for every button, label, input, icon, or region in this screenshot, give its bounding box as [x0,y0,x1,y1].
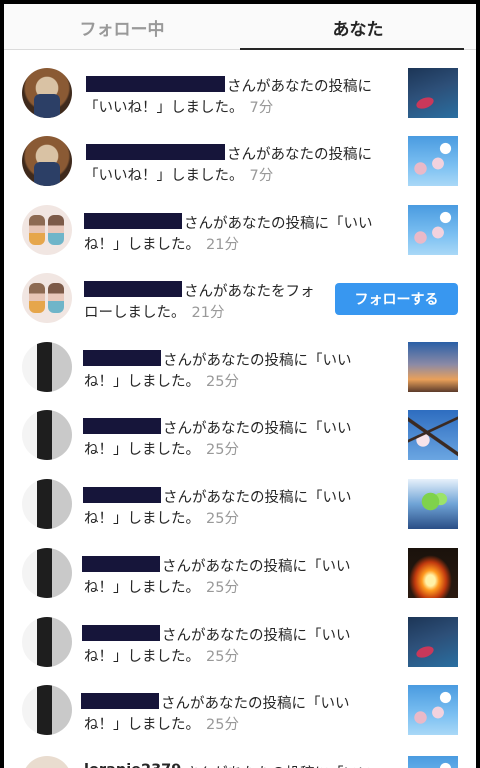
timestamp: 21分 [206,237,239,253]
notification-text-line2: ね！」しました。 [84,717,200,733]
timestamp: 7分 [249,100,274,116]
avatar[interactable] [22,273,72,323]
post-thumbnail[interactable] [408,617,458,667]
redacted-username [86,144,225,160]
post-thumbnail[interactable] [408,756,458,768]
redacted-username [83,418,161,434]
notification-text-line2: ローしました。 [84,305,186,321]
timestamp: 25分 [206,717,239,733]
notification-text-line2: ね！」しました。 [84,374,200,390]
notification-text: さんがあなたの投稿に「いい [161,696,350,712]
redacted-username [81,693,159,709]
redacted-username [83,350,161,366]
timestamp: 25分 [206,511,239,527]
notification-text-line2: ね！」しました。 [84,580,200,596]
username: loranie2379 [84,762,181,768]
notification-text-line2: 「いいね！」しました。 [84,100,244,116]
notification-row[interactable]: さんがあなたの投稿に「いいね！」しました。 25分 [4,530,476,598]
notification-row[interactable]: さんがあなたをフォローしました。 21分 フォローする [4,255,476,323]
notification-text: さんがあなたの投稿に「いい [162,628,351,644]
follow-button[interactable]: フォローする [335,283,458,315]
notification-row[interactable]: さんがあなたの投稿に「いいね！」しました。 25分 [4,461,476,529]
timestamp: 21分 [191,305,225,321]
notification-text-cont: ね！」しました。 25分 [84,438,239,459]
activity-screen: フォロー中 あなた さんがあなたの投稿に 「いいね！」しました。 7分 さんがあなたの… [4,4,476,768]
activity-tab-bar: フォロー中 あなた [4,4,476,50]
redacted-username [82,556,160,572]
notification-row[interactable]: さんがあなたの投稿に「いいね！」しました。 25分 [4,667,476,735]
notification-text: さんがあなたの投稿に「いい [184,762,373,768]
notification-text: さんがあなたの投稿に「いい [163,421,352,437]
avatar[interactable] [22,756,72,768]
redacted-username [82,625,160,641]
redacted-username [84,281,182,297]
notification-text-line2: 「いいね！」しました。 [84,168,244,184]
timestamp: 25分 [206,374,239,390]
timestamp: 25分 [206,442,239,458]
notification-text: さんがあなたの投稿に [227,147,372,163]
notification-row[interactable]: さんがあなたの投稿に「いいね！」しました。 21分 [4,187,476,255]
notification-text: さんがあなたの投稿に [227,79,372,95]
avatar[interactable] [22,617,72,667]
notification-text-cont: ね！」しました。 25分 [84,370,239,391]
notification-text: さんがあなたの投稿に「いい [184,216,373,232]
avatar[interactable] [22,548,72,598]
post-thumbnail[interactable] [408,342,458,392]
post-thumbnail[interactable] [408,479,458,529]
notification-row-partial[interactable]: loranie2379さんがあなたの投稿に「いい [4,738,476,768]
notification-text-cont: ね！」しました。 21分 [84,233,239,254]
notification-text: さんがあなたをフォ [184,284,315,300]
notification-row[interactable]: さんがあなたの投稿に「いいね！」しました。 25分 [4,599,476,667]
timestamp: 25分 [206,580,239,596]
post-thumbnail[interactable] [408,205,458,255]
notification-text-cont: ね！」しました。 25分 [84,713,239,734]
notification-text-line2: ね！」しました。 [84,442,200,458]
redacted-username [86,76,225,92]
post-thumbnail[interactable] [408,548,458,598]
notification-row[interactable]: さんがあなたの投稿に「いいね！」しました。 7分 [4,118,476,186]
avatar[interactable] [22,205,72,255]
redacted-username [84,213,182,229]
avatar[interactable] [22,410,72,460]
notification-text-cont: ローしました。 21分 [84,301,224,322]
notification-text-cont: 「いいね！」しました。 7分 [84,96,273,117]
notification-text-cont: ね！」しました。 25分 [84,507,239,528]
avatar[interactable] [22,68,72,118]
timestamp: 25分 [206,649,239,665]
notification-row[interactable]: さんがあなたの投稿に「いいね！」しました。 25分 [4,392,476,460]
notification-row[interactable]: さんがあなたの投稿に「いいね！」しました。 25分 [4,324,476,392]
avatar[interactable] [22,136,72,186]
avatar[interactable] [22,342,72,392]
redacted-username [83,487,161,503]
post-thumbnail[interactable] [408,410,458,460]
notification-text-cont: ね！」しました。 25分 [84,576,239,597]
notification-text: さんがあなたの投稿に「いい [162,559,351,575]
notification-row[interactable]: さんがあなたの投稿に「いいね！」しました。 7分 [4,50,476,118]
notification-text-cont: ね！」しました。 25分 [84,645,239,666]
avatar[interactable] [22,479,72,529]
post-thumbnail[interactable] [408,685,458,735]
notification-text-cont: 「いいね！」しました。 7分 [84,164,273,185]
notification-text: さんがあなたの投稿に「いい [163,490,352,506]
notification-text-line2: ね！」しました。 [84,649,200,665]
post-thumbnail[interactable] [408,68,458,118]
timestamp: 7分 [249,168,274,184]
tab-you[interactable]: あなた [240,4,476,50]
notification-text-line2: ね！」しました。 [84,237,200,253]
avatar[interactable] [22,685,72,735]
notification-text-line2: ね！」しました。 [84,511,200,527]
post-thumbnail[interactable] [408,136,458,186]
notification-text: さんがあなたの投稿に「いい [163,353,352,369]
tab-following[interactable]: フォロー中 [4,4,240,50]
